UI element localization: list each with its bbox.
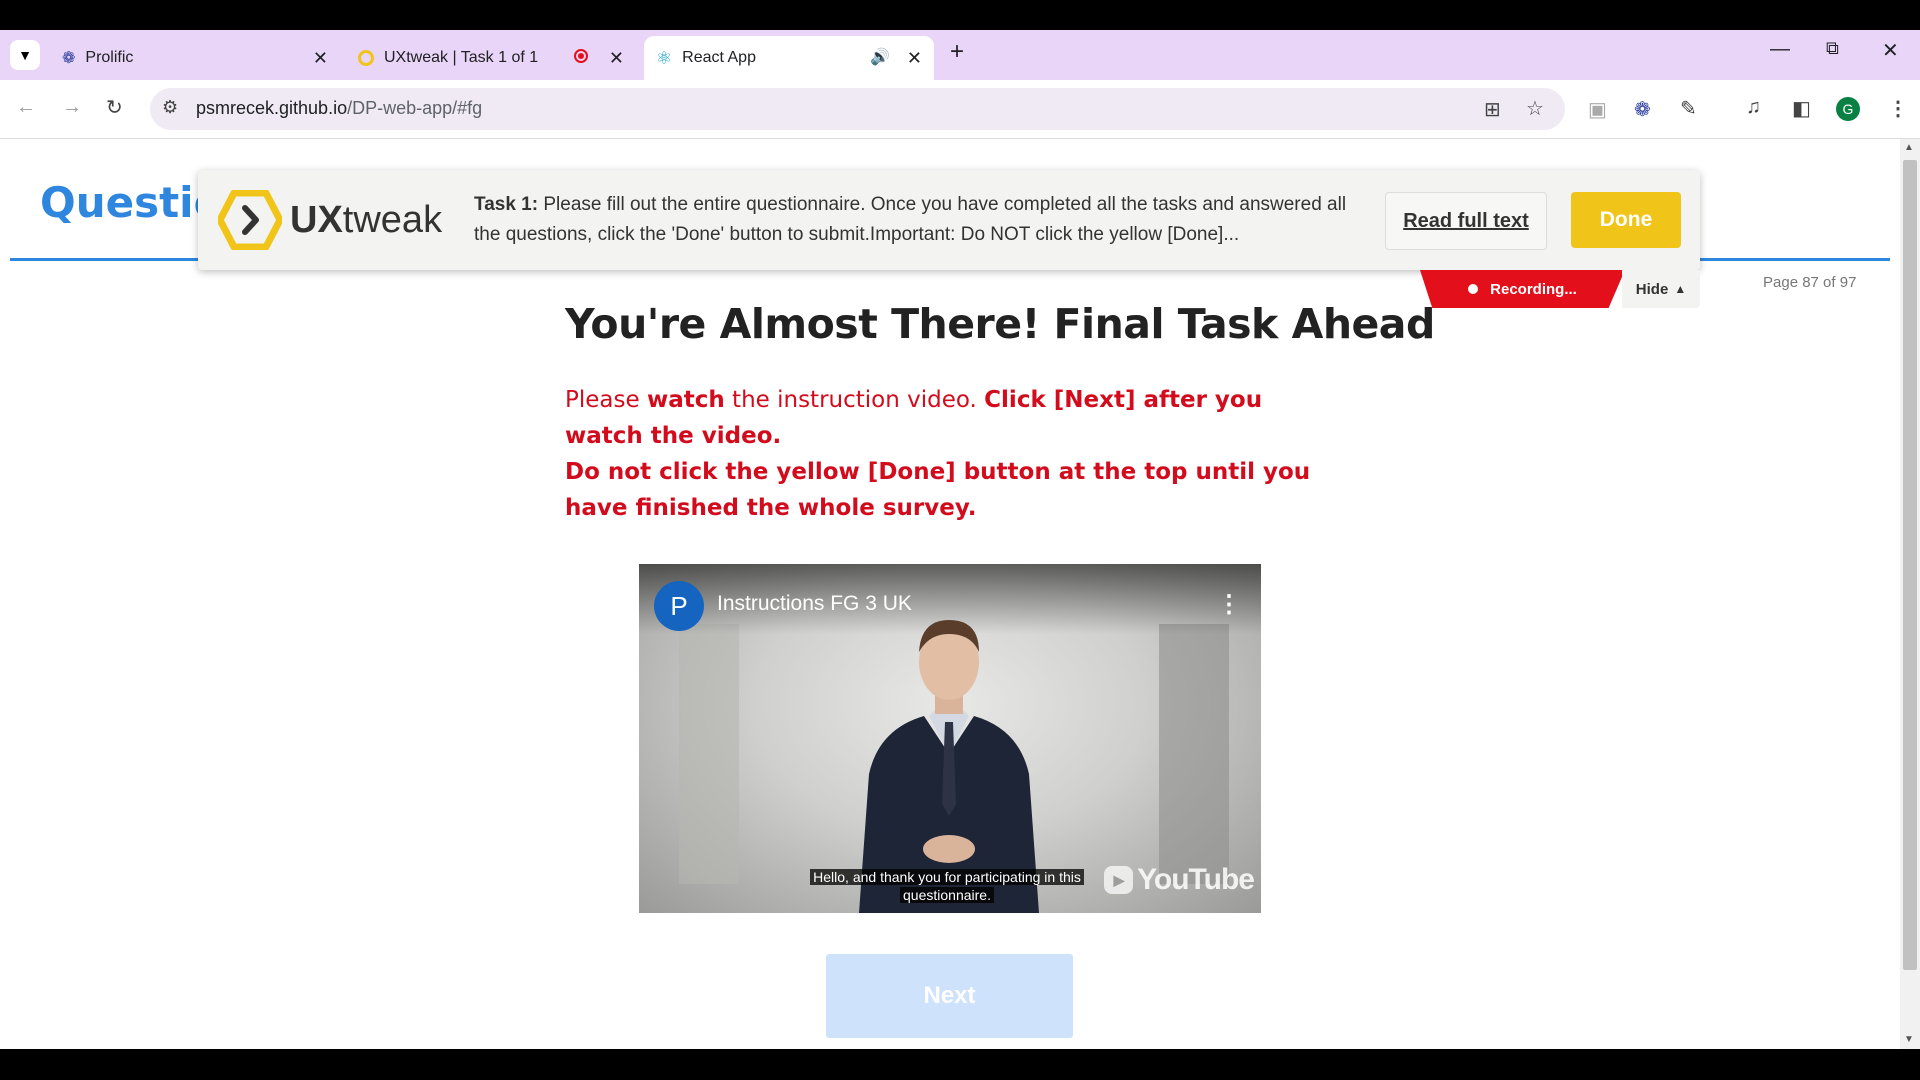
side-panel-icon[interactable]: ◧ [1792,96,1811,121]
uxtweak-logo: UXtweak [218,188,458,252]
instructions-text: Please watch the instruction video. Clic… [565,382,1345,526]
back-icon[interactable]: ← [16,96,36,119]
prolific-extension-icon[interactable]: ❁ [1634,97,1651,122]
play-icon: ▶ [1104,866,1134,894]
recording-icon [574,49,588,63]
close-icon[interactable]: ✕ [313,48,328,69]
close-icon[interactable]: ✕ [907,48,922,69]
speaker-icon[interactable]: 🔊 [870,47,890,67]
logo-text-tweak: tweak [342,198,443,241]
avatar[interactable]: G [1836,97,1860,121]
tab-strip: ▼ ❁ Prolific ✕ UXtweak | Task 1 of 1 ✕ ⚛… [0,30,1920,80]
close-window-button[interactable]: ✕ [1882,38,1899,63]
done-button[interactable]: Done [1571,192,1681,248]
task-text: Please fill out the entire questionnaire… [474,194,1347,245]
scroll-down-arrow[interactable]: ▼ [1904,1034,1914,1045]
install-app-icon[interactable]: ⊞ [1484,97,1501,122]
tab-title: React App [682,49,756,66]
recording-indicator: Recording... [1420,270,1625,308]
task-label: Task 1: [474,194,539,215]
video-caption: Hello, and thank you for participating i… [797,868,1097,904]
instr-text: the instruction video. [724,387,985,413]
tab-prolific[interactable]: ❁ Prolific ✕ [50,36,340,80]
instr-emphasis: watch [646,387,725,413]
read-full-text-button[interactable]: Read full text [1385,192,1547,250]
reload-icon[interactable]: ↻ [106,95,123,120]
page-counter: Page 87 of 97 [1763,274,1857,291]
puzzle-icon[interactable]: ✎ [1680,96,1697,121]
url-text[interactable]: psmrecek.github.io/DP-web-app/#fg [196,98,482,119]
media-controls-icon[interactable]: ♫ [1746,96,1761,119]
bookmark-star-icon[interactable]: ☆ [1526,96,1544,121]
url-domain: psmrecek.github.io [196,98,348,118]
main-heading: You're Almost There! Final Task Ahead [565,300,1435,348]
chevron-down-icon: ▼ [18,47,32,63]
next-button[interactable]: Next [826,954,1073,1038]
more-options-icon[interactable]: ⋮ [1217,590,1241,619]
youtube-logo[interactable]: ▶ YouTube [1104,862,1255,898]
react-icon: ⚛ [656,47,673,68]
recording-dot-icon [1468,284,1479,294]
scrollbar-thumb[interactable] [1903,160,1917,970]
youtube-video-player[interactable]: P Instructions FG 3 UK ⋮ Hello, and than… [639,564,1261,913]
url-path: /DP-web-app/#fg [347,98,483,118]
tab-search-button[interactable]: ▼ [10,40,40,70]
bottom-bar [0,1049,1920,1080]
close-icon[interactable]: ✕ [609,48,624,69]
video-title[interactable]: Instructions FG 3 UK [717,592,912,616]
uxtweak-icon [358,50,374,66]
chevron-up-icon: ▲ [1674,282,1687,296]
hide-label: Hide [1635,280,1669,298]
uxtweak-logo-icon [218,190,282,250]
prolific-icon: ❁ [62,50,76,67]
tab-title: UXtweak | Task 1 of 1 [384,49,539,66]
tab-uxtweak[interactable]: UXtweak | Task 1 of 1 ✕ [346,36,636,80]
instr-text: Please [565,387,647,413]
tab-title: Prolific [85,49,134,66]
scroll-up-arrow[interactable]: ▲ [1904,142,1914,153]
tab-react-app[interactable]: ⚛ React App 🔊 ✕ [644,36,934,80]
channel-avatar[interactable]: P [654,581,704,631]
menu-kebab-icon[interactable]: ⋮ [1888,96,1908,121]
presenter-figure [859,620,1039,913]
minimize-button[interactable]: — [1770,38,1790,61]
restore-button[interactable]: ⧉ [1826,38,1839,59]
video-bg-shape [679,624,739,884]
video-bg-shape [1159,624,1229,884]
page-title: Questio [40,178,223,227]
new-tab-button[interactable]: + [950,38,964,66]
instr-warning: Do not click the yellow [Done] button at… [565,459,1311,521]
forward-icon[interactable]: → [62,96,82,119]
recording-label: Recording... [1490,280,1577,298]
extension-icon[interactable]: ▣ [1588,97,1607,122]
site-info-icon[interactable]: ⚙ [162,97,178,118]
logo-text-ux: UX [290,198,343,241]
hide-panel-button[interactable]: Hide ▲ [1622,270,1700,308]
task-description: Task 1: Please fill out the entire quest… [474,190,1374,250]
